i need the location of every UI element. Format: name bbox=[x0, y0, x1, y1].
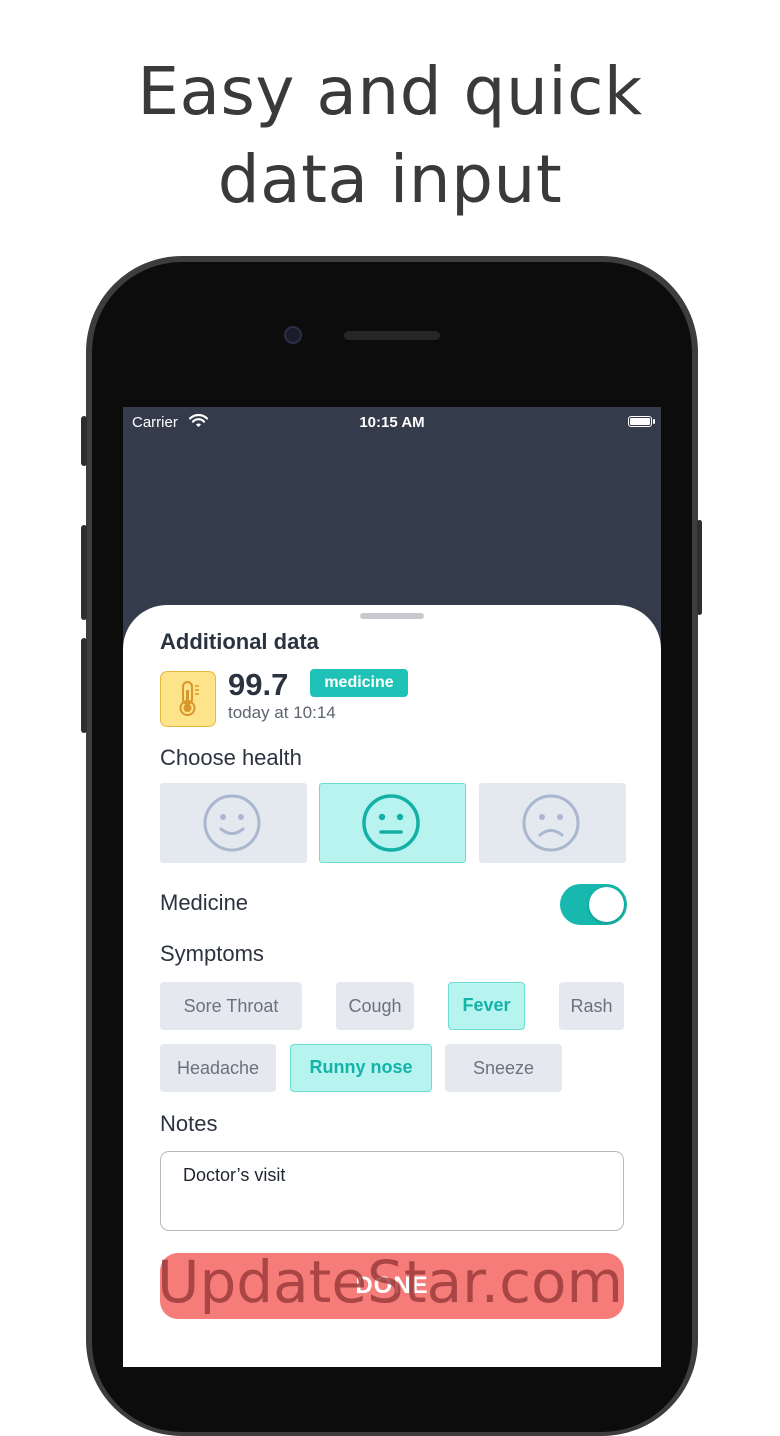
neutral-face-icon bbox=[362, 794, 420, 852]
front-camera bbox=[284, 326, 302, 344]
sad-face-icon bbox=[522, 794, 580, 852]
symptom-chip-fever[interactable]: Fever bbox=[448, 982, 525, 1030]
notes-input[interactable]: Doctor’s visit bbox=[160, 1151, 624, 1231]
battery-tip bbox=[653, 419, 655, 424]
headline-line-2: data input bbox=[217, 141, 563, 218]
medicine-toggle[interactable] bbox=[560, 884, 627, 925]
medicine-label: Medicine bbox=[160, 890, 249, 915]
symptom-chip-runny-nose[interactable]: Runny nose bbox=[290, 1044, 432, 1092]
earpiece-speaker bbox=[344, 331, 440, 340]
status-bar: Carrier 10:15 AM bbox=[123, 407, 661, 437]
mood-happy-button[interactable] bbox=[160, 783, 307, 863]
notes-text: Doctor’s visit bbox=[183, 1165, 286, 1185]
symptoms-label: Symptoms bbox=[160, 941, 264, 966]
toggle-knob bbox=[589, 887, 624, 922]
volume-up-button bbox=[81, 525, 87, 620]
sheet-title: Additional data bbox=[160, 629, 319, 654]
temperature-value: 99.7 bbox=[228, 667, 289, 702]
happy-face-icon bbox=[203, 794, 261, 852]
symptom-chip-headache[interactable]: Headache bbox=[160, 1044, 276, 1092]
headline-line-1: Easy and quick bbox=[137, 53, 643, 130]
mood-neutral-button[interactable] bbox=[319, 783, 466, 863]
symptom-chip-cough[interactable]: Cough bbox=[336, 982, 414, 1030]
phone-screen: Carrier 10:15 AM Additional data 99.7 me… bbox=[123, 407, 661, 1367]
mute-switch bbox=[81, 416, 87, 466]
headline: Easy and quick data input bbox=[0, 48, 780, 224]
notes-label: Notes bbox=[160, 1111, 218, 1136]
power-button bbox=[697, 520, 702, 615]
thermometer-icon bbox=[160, 671, 216, 727]
symptom-chip-sore-throat[interactable]: Sore Throat bbox=[160, 982, 302, 1030]
additional-data-sheet: Additional data 99.7 medicine today at 1… bbox=[123, 605, 661, 1367]
done-button[interactable]: DONE bbox=[160, 1253, 624, 1319]
medicine-badge: medicine bbox=[310, 669, 408, 697]
symptom-chip-rash[interactable]: Rash bbox=[559, 982, 624, 1030]
battery-icon bbox=[628, 416, 652, 427]
reading-timestamp: today at 10:14 bbox=[228, 703, 336, 722]
mood-sad-button[interactable] bbox=[479, 783, 626, 863]
sheet-grabber[interactable] bbox=[360, 613, 424, 619]
symptom-chip-sneeze[interactable]: Sneeze bbox=[445, 1044, 562, 1092]
choose-health-label: Choose health bbox=[160, 745, 302, 770]
volume-down-button bbox=[81, 638, 87, 733]
status-time: 10:15 AM bbox=[359, 414, 425, 431]
